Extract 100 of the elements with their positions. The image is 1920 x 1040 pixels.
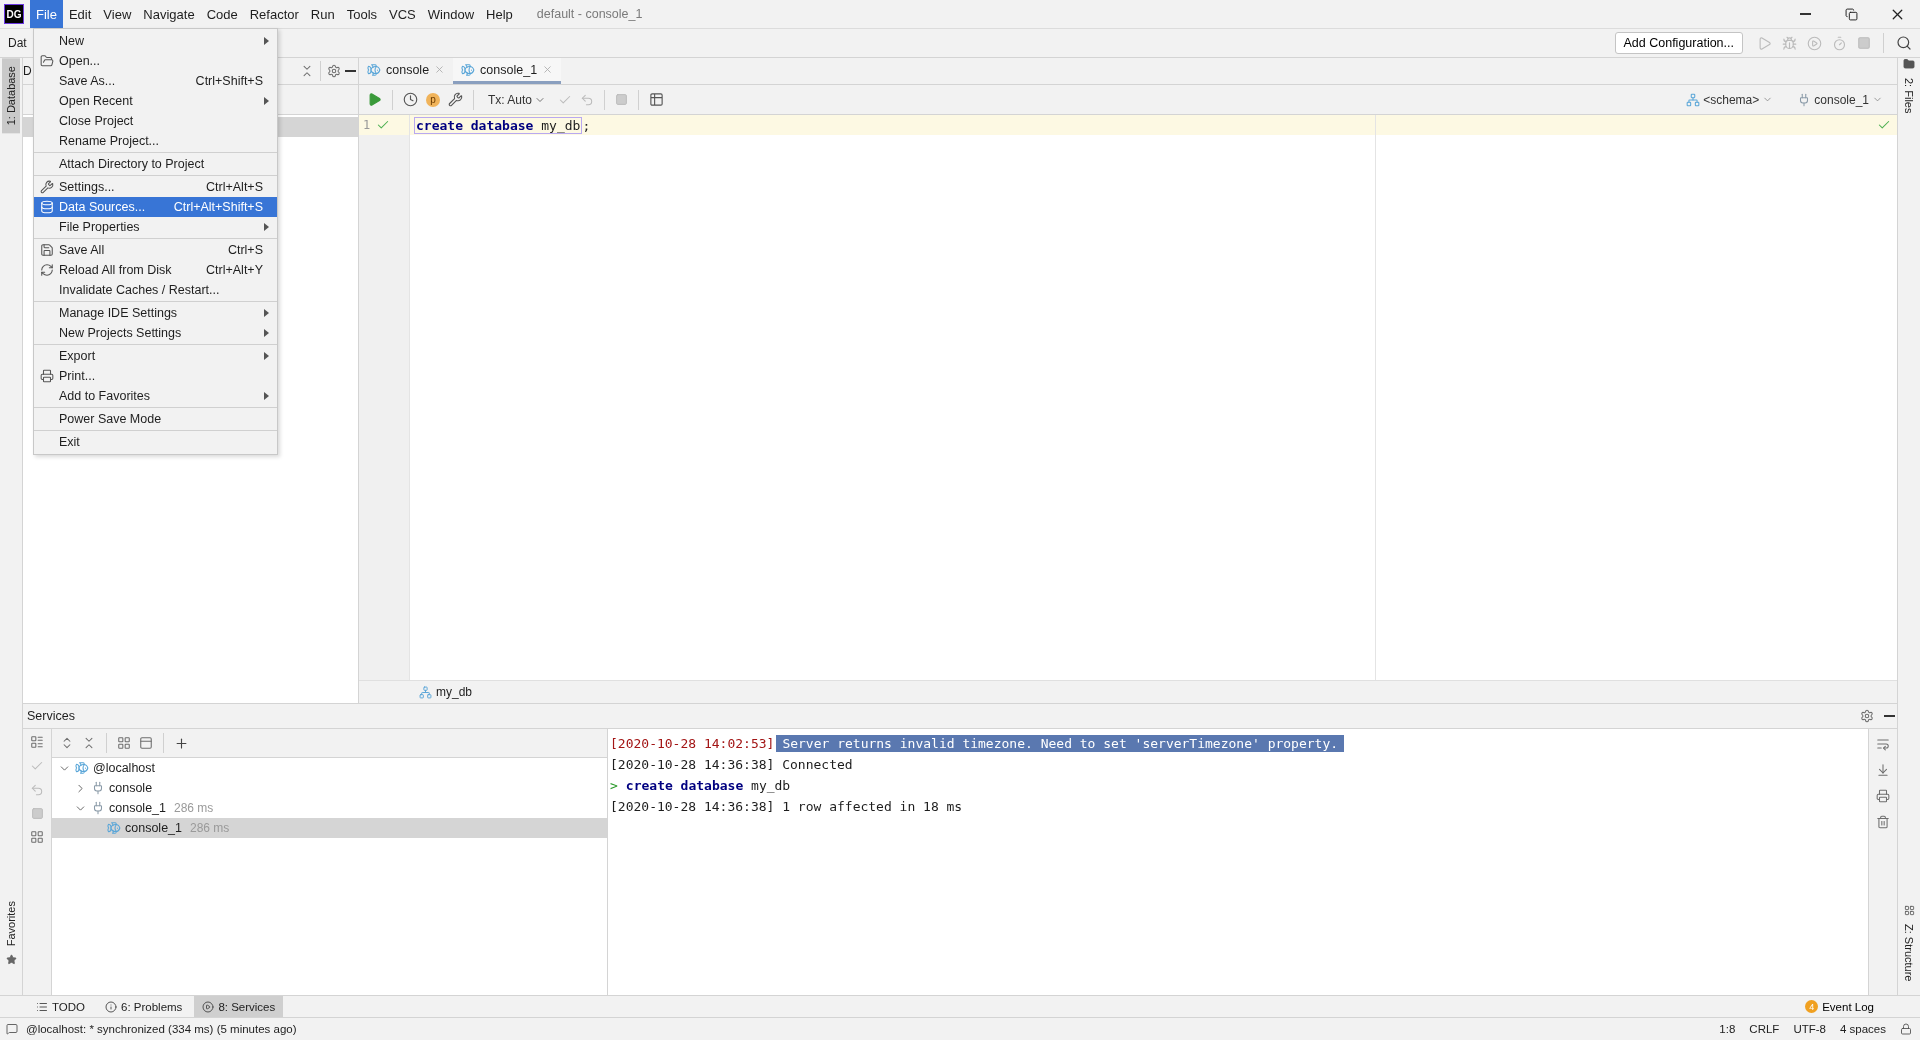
menu-bar-item[interactable]: Tools	[340, 0, 384, 28]
stop-icon	[30, 807, 44, 820]
history-button[interactable]	[401, 90, 420, 109]
editor-tab[interactable]: console	[359, 58, 454, 84]
settings-button[interactable]	[325, 62, 343, 80]
menu-item[interactable]: Save All Ctrl+S	[34, 240, 277, 260]
fish-icon	[75, 761, 89, 775]
folder-icon	[1903, 58, 1915, 70]
menu-item[interactable]: Exit	[34, 432, 277, 452]
duration-label: 286 ms	[174, 801, 214, 815]
tool-window-tab[interactable]: 1: Database	[2, 58, 20, 134]
menu-item[interactable]: Settings... Ctrl+Alt+S	[34, 177, 277, 197]
tree-label: console_1	[125, 821, 182, 835]
clear-button[interactable]	[1874, 813, 1892, 831]
sql-command: create database my_db	[625, 778, 791, 793]
menu-item[interactable]: New	[34, 31, 277, 51]
menu-item[interactable]: Data Sources... Ctrl+Alt+Shift+S	[34, 197, 277, 217]
menu-item[interactable]: Print...	[34, 366, 277, 386]
menu-bar-item[interactable]: Run	[304, 0, 341, 28]
settings-button[interactable]	[446, 90, 465, 109]
tool-window-tab[interactable]: Favorites	[2, 892, 20, 954]
menu-bar-item[interactable]: Code	[200, 0, 244, 28]
fish-icon	[367, 62, 381, 77]
menu-bar-item[interactable]: Refactor	[243, 0, 305, 28]
menu-item[interactable]: File Properties	[34, 217, 277, 237]
tool-window-tab[interactable]: TODO	[28, 996, 93, 1017]
menu-item[interactable]: Reload All from Disk Ctrl+Alt+Y	[34, 260, 277, 280]
wrap-icon	[1876, 737, 1890, 751]
menu-item[interactable]: Invalidate Caches / Restart...	[34, 280, 277, 300]
tool-window-tab[interactable]: Z: Structure	[1900, 915, 1918, 989]
menu-item[interactable]: Save As... Ctrl+Shift+S	[34, 71, 277, 91]
schema-dropdown[interactable]: <schema>	[1680, 91, 1780, 108]
fish-icon	[461, 62, 476, 77]
status-item[interactable]: 1:8	[1719, 1023, 1736, 1035]
menu-bar-item[interactable]: View	[97, 0, 138, 28]
new-tab-button[interactable]	[137, 734, 155, 752]
transaction-mode-dropdown[interactable]: Tx: Auto	[482, 91, 553, 108]
status-item[interactable]: 4 spaces	[1839, 1023, 1886, 1035]
print-button[interactable]	[1874, 787, 1892, 805]
stop-icon	[615, 93, 629, 106]
explain-button[interactable]: p	[424, 90, 442, 109]
tree-label: console_1	[109, 801, 166, 815]
add-configuration-button[interactable]: Add Configuration...	[1614, 32, 1743, 54]
tree-row[interactable]: console	[52, 778, 607, 798]
menu-bar-item[interactable]: File	[30, 0, 63, 28]
check-icon	[1877, 118, 1891, 132]
log-line: [2020-10-28 14:36:38] Connected	[610, 757, 853, 772]
menu-item[interactable]: Rename Project...	[34, 131, 277, 151]
refresh-icon	[39, 263, 54, 277]
menu-item[interactable]: Export	[34, 346, 277, 366]
menu-bar-item[interactable]: Navigate	[137, 0, 201, 28]
menu-item[interactable]: Close Project	[34, 111, 277, 131]
play-icon	[1757, 35, 1772, 51]
minimize-icon	[1799, 13, 1811, 15]
app-logo: DG	[4, 4, 24, 24]
menu-item[interactable]: Open Recent	[34, 91, 277, 111]
status-item[interactable]: CRLF	[1749, 1023, 1780, 1035]
close-icon	[434, 64, 446, 75]
layout-button[interactable]	[28, 828, 46, 846]
search-icon	[1896, 35, 1912, 51]
transaction-button[interactable]	[28, 733, 46, 751]
menu-item[interactable]: Add to Favorites	[34, 386, 277, 406]
breadcrumb[interactable]: my_db	[436, 685, 473, 699]
undo-icon	[580, 92, 595, 107]
session-dropdown[interactable]: console_1	[1791, 91, 1889, 108]
tree-row[interactable]: console_1 286 ms	[52, 818, 607, 838]
menu-item[interactable]: Manage IDE Settings	[34, 303, 277, 323]
log-line: [2020-10-28 14:36:38] 1 row affected in 18 ms	[610, 799, 963, 814]
panel-icon	[139, 736, 153, 750]
menu-item[interactable]: Power Save Mode	[34, 409, 277, 429]
menu-bar-item[interactable]: Edit	[62, 0, 98, 28]
editor-tab[interactable]: console_1	[453, 58, 562, 84]
timestamp: [2020-10-28 14:02:53]	[610, 736, 775, 751]
trash-icon	[1876, 815, 1890, 829]
code-line: create database my_db;	[414, 117, 591, 133]
tree-row[interactable]: console_1 286 ms	[52, 798, 607, 818]
menu-item[interactable]: Open...	[34, 51, 277, 71]
status-message: @localhost: * synchronized (334 ms) (5 minutes ago)	[26, 1023, 297, 1035]
tool-window-tab[interactable]: 6: Problems	[97, 996, 191, 1017]
hide-button[interactable]	[343, 68, 358, 74]
stop-icon	[1857, 36, 1871, 50]
hide-button[interactable]	[1882, 713, 1897, 719]
settings-button[interactable]	[1858, 707, 1876, 725]
menu-item[interactable]: Attach Directory to Project	[34, 154, 277, 174]
menu-bar-item[interactable]: VCS	[383, 0, 422, 28]
tree-label: console	[109, 781, 153, 795]
menu-item[interactable]: New Projects Settings	[34, 323, 277, 343]
tree-row[interactable]: @localhost	[52, 758, 607, 778]
status-item[interactable]: UTF-8	[1793, 1023, 1826, 1035]
scroll-down-icon	[1876, 763, 1890, 777]
event-log-button[interactable]: 4 Event Log	[1799, 999, 1880, 1014]
tool-window-tab[interactable]: 8: Services	[194, 996, 284, 1017]
table-icon	[649, 92, 665, 107]
menu-bar-item[interactable]: Window	[421, 0, 481, 28]
grid-icon	[30, 830, 44, 844]
menu-bar-item[interactable]: Help	[480, 0, 519, 28]
tool-window-tab[interactable]: 2: Files	[1900, 70, 1918, 122]
line-number: 1	[363, 118, 371, 132]
group-button[interactable]	[115, 734, 133, 752]
database-icon	[39, 200, 54, 214]
